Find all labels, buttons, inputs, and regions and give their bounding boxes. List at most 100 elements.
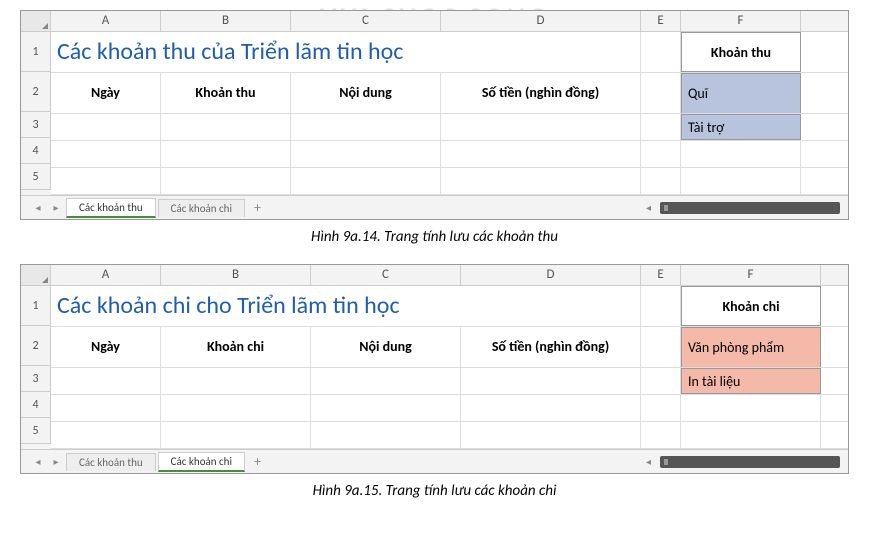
cell[interactable] [461,422,641,448]
select-all-corner[interactable] [21,265,51,285]
cell[interactable] [681,168,801,194]
cell[interactable] [51,141,161,167]
cell[interactable] [51,395,161,421]
side-header[interactable]: Khoản thu [681,32,801,72]
cell[interactable] [311,395,461,421]
column-headers: A B C D E F [21,11,848,32]
cell[interactable] [641,395,681,421]
cell[interactable] [641,327,681,367]
tab-chi[interactable]: Các khoản chi [158,452,245,472]
row-header-4[interactable]: 4 [21,138,51,164]
cell[interactable] [51,422,161,448]
header-ngay[interactable]: Ngày [51,327,161,367]
nav-prev-icon[interactable]: ◂ [31,455,45,469]
col-header-E[interactable]: E [641,265,681,285]
h-scrollbar[interactable] [660,456,840,468]
col-header-B[interactable]: B [161,11,291,31]
cell[interactable] [161,395,311,421]
row-headers: 1 2 3 4 5 [21,286,51,449]
col-header-A[interactable]: A [51,11,161,31]
nav-next-icon[interactable]: ▸ [49,455,63,469]
cell[interactable] [461,395,641,421]
cell[interactable] [51,368,161,394]
add-sheet-icon[interactable]: + [246,197,269,218]
col-header-C[interactable]: C [291,11,441,31]
row-header-1[interactable]: 1 [21,32,51,72]
col-header-F[interactable]: F [681,265,821,285]
select-all-corner[interactable] [21,11,51,31]
column-headers: A B C D E F [21,265,848,286]
cell[interactable] [311,368,461,394]
cell[interactable] [441,141,641,167]
row-header-3[interactable]: 3 [21,112,51,138]
cell[interactable] [291,168,441,194]
cell[interactable] [291,114,441,140]
cell[interactable] [161,141,291,167]
header-sotien[interactable]: Số tiền (nghìn đồng) [441,73,641,113]
header-ngay[interactable]: Ngày [51,73,161,113]
header-khoanchi[interactable]: Khoản chi [161,327,311,367]
row-header-4[interactable]: 4 [21,392,51,418]
col-header-C[interactable]: C [311,265,461,285]
cell[interactable] [161,422,311,448]
header-sotien[interactable]: Số tiền (nghìn đồng) [461,327,641,367]
row-header-5[interactable]: 5 [21,418,51,444]
cell[interactable] [441,168,641,194]
caption-1: Hình 9a.14. Trang tính lưu các khoản thu [20,228,849,246]
cell[interactable] [291,141,441,167]
header-noidung[interactable]: Nội dung [311,327,461,367]
cell[interactable] [641,73,681,113]
cell[interactable] [51,114,161,140]
row-header-5[interactable]: 5 [21,164,51,190]
cell[interactable] [641,141,681,167]
cell[interactable] [641,168,681,194]
tab-thu[interactable]: Các khoản thu [66,198,156,218]
col-header-B[interactable]: B [161,265,311,285]
cell[interactable] [681,395,821,421]
cell[interactable] [311,286,461,326]
cell[interactable] [441,114,641,140]
cell[interactable] [161,32,291,72]
tab-thu[interactable]: Các khoản thu [66,453,156,471]
side-item[interactable]: In tài liệu [681,368,821,394]
tab-chi[interactable]: Các khoản chi [158,199,245,217]
cell[interactable] [681,141,801,167]
cell[interactable] [161,286,311,326]
cell[interactable] [681,422,821,448]
cell[interactable] [461,368,641,394]
title-cell[interactable]: Các khoản thu của Triển lãm tin học [51,32,161,72]
col-header-D[interactable]: D [441,11,641,31]
col-header-A[interactable]: A [51,265,161,285]
cell[interactable] [161,368,311,394]
cell[interactable] [461,286,641,326]
cell[interactable] [291,32,441,72]
side-item[interactable]: Quĩ [681,73,801,113]
side-header[interactable]: Khoản chi [681,286,821,326]
side-item[interactable]: Văn phòng phẩm [681,327,821,367]
cell[interactable] [641,286,681,326]
row-header-3[interactable]: 3 [21,366,51,392]
cell[interactable] [311,422,461,448]
row-header-1[interactable]: 1 [21,286,51,326]
cell[interactable] [51,168,161,194]
col-header-E[interactable]: E [641,11,681,31]
row-header-2[interactable]: 2 [21,326,51,366]
title-cell[interactable]: Các khoản chi cho Triển lãm tin học [51,286,161,326]
header-noidung[interactable]: Nội dung [291,73,441,113]
header-khoanthu[interactable]: Khoản thu [161,73,291,113]
side-item[interactable]: Tài trợ [681,114,801,140]
cell[interactable] [641,114,681,140]
row-header-2[interactable]: 2 [21,72,51,112]
col-header-D[interactable]: D [461,265,641,285]
h-scrollbar[interactable] [660,202,840,214]
cell[interactable] [161,114,291,140]
nav-prev-icon[interactable]: ◂ [31,201,45,215]
cell[interactable] [641,422,681,448]
cell[interactable] [161,168,291,194]
cell[interactable] [641,32,681,72]
nav-next-icon[interactable]: ▸ [49,201,63,215]
col-header-F[interactable]: F [681,11,801,31]
cell[interactable] [641,368,681,394]
add-sheet-icon[interactable]: + [246,451,269,472]
cell[interactable] [441,32,641,72]
